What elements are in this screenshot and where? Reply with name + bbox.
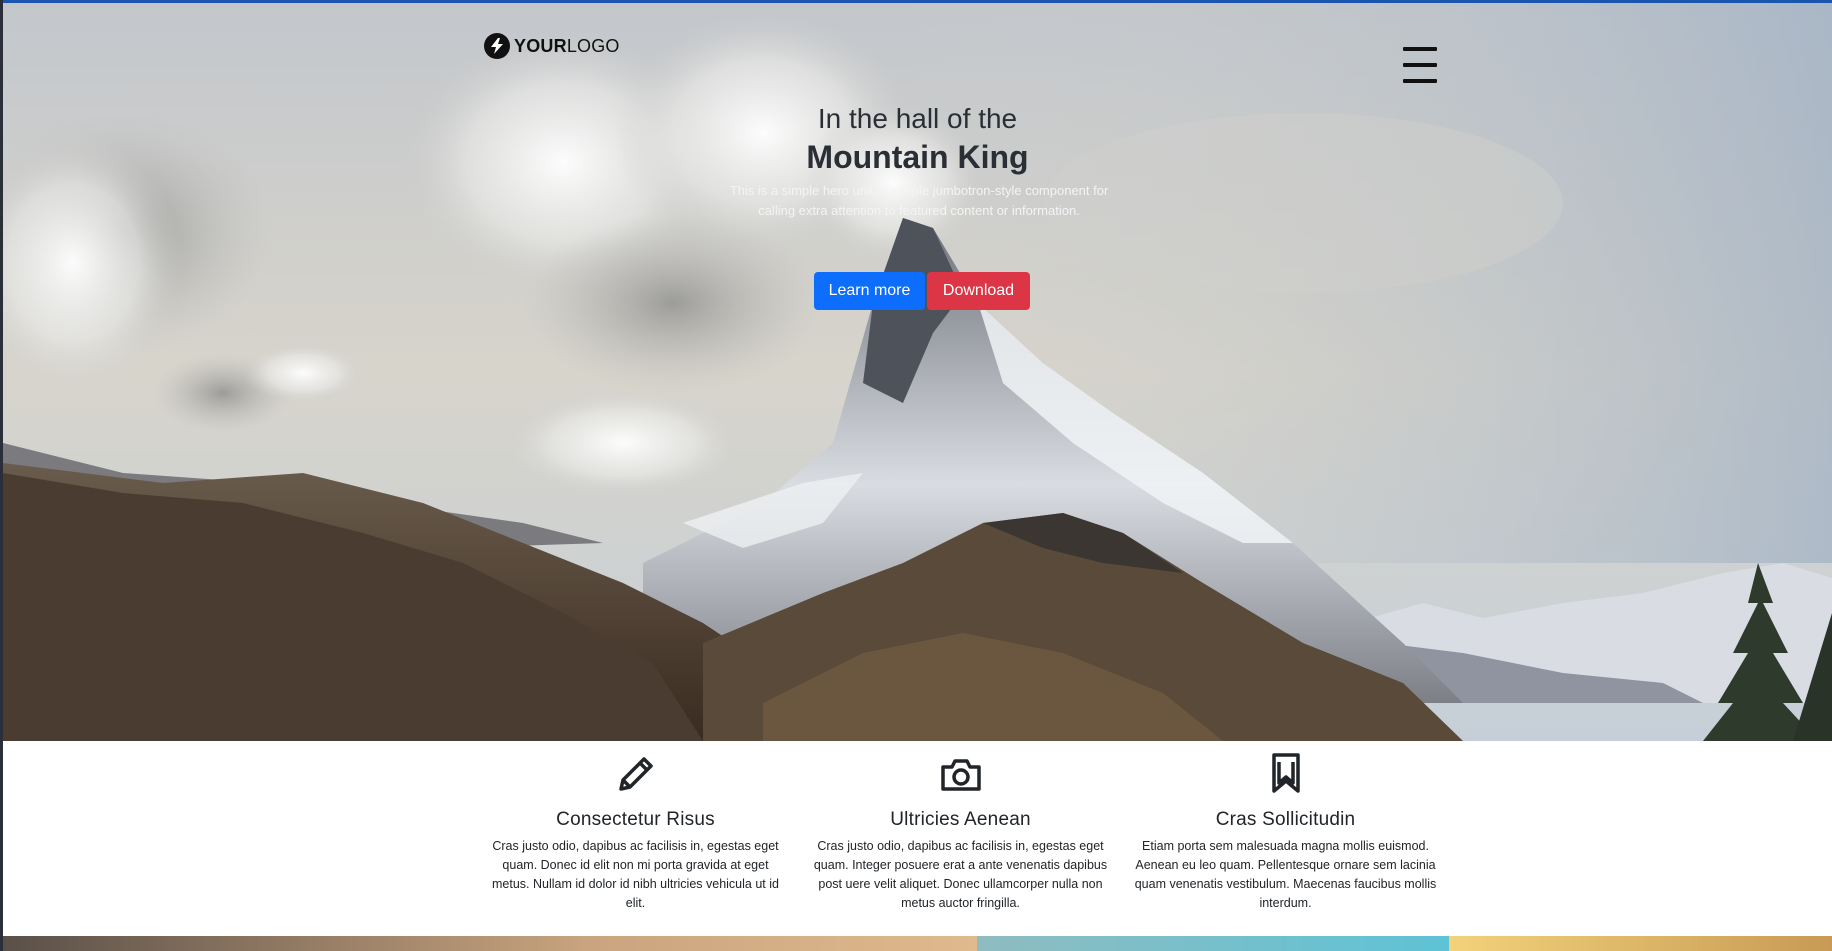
hero-section: YOURLOGO In the hall of the Mountain Kin… [3,3,1832,741]
site-logo[interactable]: YOURLOGO [484,33,620,59]
hamburger-menu-icon[interactable] [1403,47,1437,83]
feature-title: Consectetur Risus [556,809,715,830]
strip-image-2 [977,936,1449,951]
learn-more-button[interactable]: Learn more [814,272,925,310]
features-section: Consectetur Risus Cras justo odio, dapib… [3,741,1832,936]
download-button[interactable]: Download [927,272,1030,310]
feature-text: Cras justo odio, dapibus ac facilisis in… [492,839,779,910]
hero-title-line2: Mountain King [806,139,1029,175]
hero-button-group: Learn more Download [814,272,1030,310]
feature-card: Consectetur Risus Cras justo odio, dapib… [483,741,788,913]
bookmark-icon [1133,741,1438,795]
feature-title: Cras Sollicitudin [1215,809,1356,830]
menu-bar-bottom [1403,79,1437,83]
bottom-image-strip [3,936,1832,951]
logo-text-light: LOGO [566,35,620,56]
hero-heading: In the hall of the Mountain King [3,101,1832,177]
hero-lead-text: This is a simple hero unit, a simple jum… [729,183,1109,218]
logo-text-bold: YOUR [514,35,567,56]
feature-title: Ultricies Aenean [890,809,1031,830]
hero-title-line1: In the hall of the [817,103,1018,134]
menu-bar-top [1403,47,1437,51]
feature-text: Etiam porta sem malesuada magna mollis e… [1134,839,1437,910]
feature-text: Cras justo odio, dapibus ac facilisis in… [813,839,1108,910]
pencil-icon [483,741,788,795]
camera-icon [808,741,1113,795]
strip-image-1 [3,936,977,951]
lightning-bolt-icon [484,33,510,59]
feature-card: Cras Sollicitudin Etiam porta sem malesu… [1133,741,1438,913]
strip-image-3 [1449,936,1832,951]
logo-wordmark: YOURLOGO [514,36,620,57]
menu-bar-middle [1403,63,1437,67]
feature-card: Ultricies Aenean Cras justo odio, dapibu… [808,741,1113,913]
